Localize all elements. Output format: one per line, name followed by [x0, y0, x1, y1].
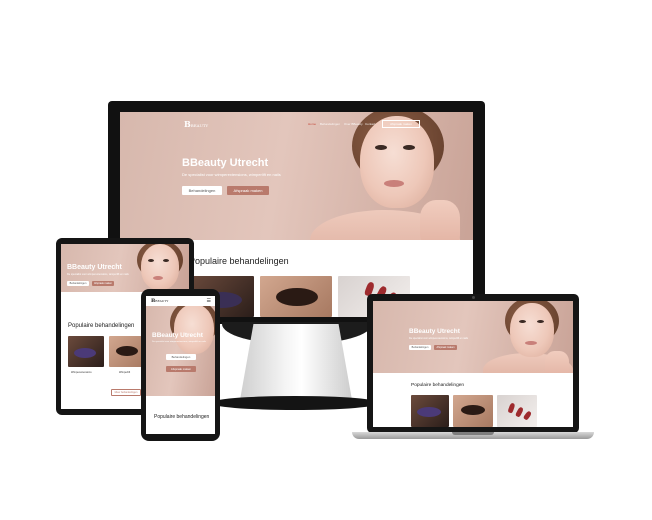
model-face-image: [174, 306, 214, 354]
hero-title: BBeauty Utrecht: [409, 328, 460, 335]
treatment-thumb-lashes-2[interactable]: [453, 395, 493, 427]
model-hand: [420, 200, 460, 240]
section-title: Populaire behandelingen: [189, 256, 289, 266]
hero-title: BBeauty Utrecht: [182, 157, 269, 169]
model-eye-left: [375, 145, 387, 150]
model-face-image: [360, 116, 434, 208]
laptop-notch: [452, 432, 494, 435]
laptop-device: BBeauty Utrecht De specialist voor wimpe…: [367, 294, 579, 433]
more-treatments-button[interactable]: Meer behandelingen: [111, 389, 141, 396]
model-eye-left: [519, 320, 526, 323]
model-face-image: [510, 303, 554, 357]
nav-home[interactable]: Home: [308, 122, 316, 126]
treatment-thumb-nails[interactable]: [497, 395, 537, 427]
model-eye-right: [163, 259, 169, 262]
site-logo[interactable]: BBEAUTY: [151, 298, 168, 304]
nav-appointment-button[interactable]: Afspraak maken: [382, 120, 420, 128]
model-lips: [525, 341, 537, 345]
model-lips: [153, 276, 163, 280]
monitor-stand: [240, 324, 352, 400]
caption-wimperextensions: Wimperextensions: [71, 371, 92, 374]
hero-subtitle: De specialist voor wimperextensions, wim…: [67, 273, 129, 276]
treatment-thumb-lashes-2[interactable]: [109, 336, 145, 367]
treatment-thumb-lashes-1[interactable]: [68, 336, 104, 367]
model-lips: [384, 180, 404, 187]
phone-header: BBEAUTY ☰: [146, 296, 215, 306]
caption-wimperlift: Wimperlift: [119, 371, 131, 374]
model-eye-right: [403, 145, 415, 150]
site-logo[interactable]: BBEAUTY: [184, 119, 208, 129]
treatment-thumb-lashes-1[interactable]: [411, 395, 449, 427]
laptop-screen: BBeauty Utrecht De specialist voor wimpe…: [373, 301, 573, 427]
appointment-button[interactable]: Afspraak maken: [166, 366, 196, 372]
appointment-button[interactable]: Afspraak maken: [434, 345, 457, 350]
nav-contact[interactable]: Contact: [365, 122, 375, 126]
hero-section: BBEAUTY Home Behandelingen Over BBeauty …: [120, 112, 473, 240]
section-title: Populaire behandelingen: [154, 414, 210, 420]
treatments-button[interactable]: Behandelingen: [182, 186, 222, 195]
appointment-button[interactable]: Afspraak maken: [227, 186, 269, 195]
nav-behandelingen[interactable]: Behandelingen: [320, 122, 340, 126]
laptop-hero: BBeauty Utrecht De specialist voor wimpe…: [373, 301, 573, 373]
treatments-button[interactable]: Behandelingen: [409, 345, 431, 350]
hero-subtitle: De specialist voor wimperextensions, wim…: [152, 341, 206, 343]
nav-over[interactable]: Over BBeauty: [344, 122, 363, 126]
model-eye-left: [148, 259, 154, 262]
model-face-image: [141, 244, 179, 290]
camera-icon: [472, 296, 475, 299]
model-hand: [545, 351, 569, 373]
phone-screen: BBEAUTY ☰ BBeauty Utrecht De specialist …: [146, 296, 215, 434]
treatment-thumb-lashes-2[interactable]: [260, 276, 332, 317]
hero-title: BBeauty Utrecht: [67, 264, 122, 271]
section-title: Populaire behandelingen: [411, 383, 465, 388]
menu-icon[interactable]: ☰: [207, 298, 211, 304]
phone-device: BBEAUTY ☰ BBeauty Utrecht De specialist …: [141, 289, 220, 441]
hero-subtitle: De specialist voor wimperextensions, wim…: [182, 172, 281, 177]
treatments-button[interactable]: Behandelingen: [67, 281, 89, 286]
section-title: Populaire behandelingen: [68, 323, 135, 329]
appointment-button[interactable]: Afspraak maken: [92, 281, 114, 286]
monitor-stand-base: [210, 396, 380, 410]
model-eye-right: [537, 320, 544, 323]
hero-subtitle: De specialist voor wimperextensions, wim…: [409, 337, 468, 340]
treatments-button[interactable]: Behandelingen: [166, 354, 196, 360]
hero-title: BBeauty Utrecht: [152, 332, 203, 339]
phone-hero: BBeauty Utrecht De specialist voor wimpe…: [146, 306, 215, 396]
tablet-hero: BBeauty Utrecht De specialist voor wimpe…: [61, 244, 189, 292]
